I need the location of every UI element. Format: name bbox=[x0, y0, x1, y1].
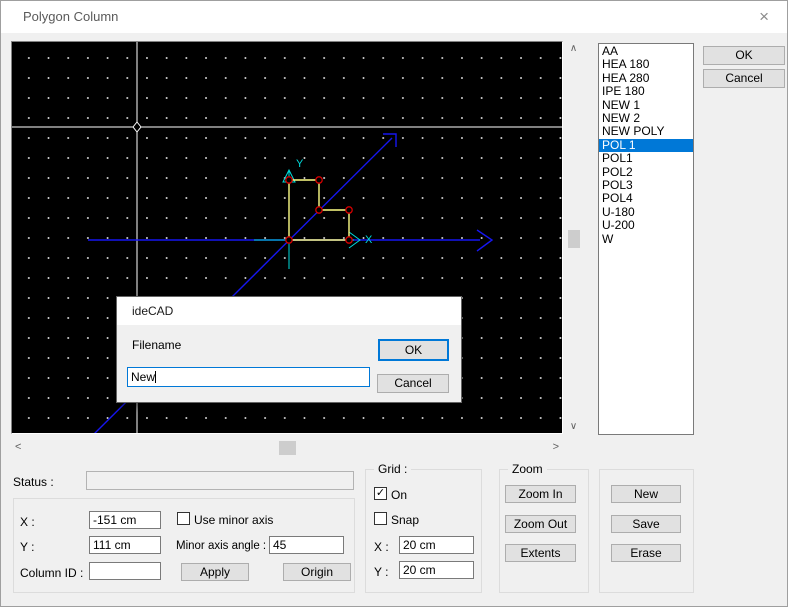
list-item[interactable]: U-200 bbox=[599, 219, 693, 232]
window-title: Polygon Column bbox=[23, 9, 118, 24]
list-item[interactable]: IPE 180 bbox=[599, 85, 693, 98]
modal-cancel-button[interactable]: Cancel bbox=[377, 374, 449, 393]
title-bar: Polygon Column × bbox=[1, 1, 787, 33]
ok-button[interactable]: OK bbox=[703, 46, 785, 65]
list-item[interactable]: NEW 1 bbox=[599, 99, 693, 112]
grid-snap-label: Snap bbox=[391, 513, 419, 527]
x-label: X : bbox=[20, 515, 35, 529]
polygon-vertex[interactable] bbox=[286, 177, 292, 183]
list-item[interactable]: HEA 280 bbox=[599, 72, 693, 85]
scroll-left-icon[interactable]: < bbox=[15, 441, 21, 453]
list-item[interactable]: W bbox=[599, 233, 693, 246]
zoom-out-button[interactable]: Zoom Out bbox=[505, 515, 576, 533]
zoom-in-button[interactable]: Zoom In bbox=[505, 485, 576, 503]
apply-button[interactable]: Apply bbox=[181, 563, 249, 581]
list-item[interactable]: POL3 bbox=[599, 179, 693, 192]
column-id-label: Column ID : bbox=[20, 566, 83, 580]
column-id-input[interactable] bbox=[89, 562, 161, 580]
extents-button[interactable]: Extents bbox=[505, 544, 576, 562]
scroll-up-icon[interactable]: ∧ bbox=[564, 43, 583, 54]
grid-y-input[interactable]: 20 cm bbox=[399, 561, 474, 579]
status-label: Status : bbox=[13, 475, 54, 489]
polygon-vertex[interactable] bbox=[316, 177, 322, 183]
modal-title-bar: ideCAD bbox=[117, 297, 461, 325]
global-origin-marker bbox=[133, 122, 141, 132]
check-icon: ✓ bbox=[376, 487, 385, 499]
vertical-scrollbar-thumb[interactable] bbox=[568, 230, 580, 248]
list-item[interactable]: NEW 2 bbox=[599, 112, 693, 125]
grid-group-label: Grid : bbox=[374, 462, 411, 476]
grid-on-checkbox[interactable]: ✓ bbox=[374, 487, 387, 500]
erase-button[interactable]: Erase bbox=[611, 544, 681, 562]
canvas-vertical-scrollbar[interactable]: ∧ ∨ bbox=[564, 41, 583, 434]
use-minor-axis-label: Use minor axis bbox=[194, 513, 273, 527]
polygon-column-dialog: Polygon Column × Y X ∧ bbox=[0, 0, 788, 607]
minor-axis-angle-label: Minor axis angle : bbox=[176, 540, 266, 552]
list-item[interactable]: AA bbox=[599, 45, 693, 58]
modal-title: ideCAD bbox=[132, 304, 173, 318]
section-list[interactable]: AAHEA 180HEA 280IPE 180NEW 1NEW 2NEW POL… bbox=[598, 43, 694, 435]
scroll-down-icon[interactable]: ∨ bbox=[564, 421, 583, 432]
origin-button[interactable]: Origin bbox=[283, 563, 351, 581]
list-item[interactable]: POL4 bbox=[599, 192, 693, 205]
minor-axis-angle-input[interactable]: 45 bbox=[269, 536, 344, 554]
horizontal-scrollbar-thumb[interactable] bbox=[279, 441, 296, 455]
local-y-axis-label: Y bbox=[296, 158, 304, 170]
polygon-vertex[interactable] bbox=[286, 237, 292, 243]
zoom-group-label: Zoom bbox=[508, 462, 547, 476]
scroll-right-icon[interactable]: > bbox=[553, 441, 559, 453]
grid-x-input[interactable]: 20 cm bbox=[399, 536, 474, 554]
y-label: Y : bbox=[20, 540, 34, 554]
text-caret bbox=[155, 371, 156, 383]
grid-snap-checkbox[interactable] bbox=[374, 512, 387, 525]
grid-y-label: Y : bbox=[374, 565, 388, 579]
use-minor-axis-checkbox[interactable] bbox=[177, 512, 190, 525]
grid-on-label: On bbox=[391, 488, 407, 502]
x-input[interactable]: -151 cm bbox=[89, 511, 161, 529]
cancel-button[interactable]: Cancel bbox=[703, 69, 785, 88]
filename-label: Filename bbox=[132, 338, 181, 352]
new-button[interactable]: New bbox=[611, 485, 681, 503]
polygon-vertex[interactable] bbox=[346, 237, 352, 243]
list-item[interactable]: HEA 180 bbox=[599, 58, 693, 71]
list-item[interactable]: POL2 bbox=[599, 166, 693, 179]
y-input[interactable]: 111 cm bbox=[89, 536, 161, 554]
polygon-vertex[interactable] bbox=[316, 207, 322, 213]
status-field bbox=[86, 471, 354, 490]
modal-ok-button[interactable]: OK bbox=[378, 339, 449, 361]
close-icon[interactable]: × bbox=[759, 7, 769, 27]
polygon-vertex[interactable] bbox=[346, 207, 352, 213]
canvas-horizontal-scrollbar[interactable]: < > bbox=[11, 439, 563, 457]
list-item[interactable]: NEW POLY bbox=[599, 125, 693, 138]
list-item[interactable]: POL 1 bbox=[599, 139, 693, 152]
filename-input[interactable]: New bbox=[127, 367, 370, 387]
save-button[interactable]: Save bbox=[611, 515, 681, 533]
filename-value: New bbox=[131, 370, 155, 384]
list-item[interactable]: U-180 bbox=[599, 206, 693, 219]
list-item[interactable]: POL1 bbox=[599, 152, 693, 165]
idecad-filename-modal: ideCAD Filename New OK Cancel bbox=[116, 296, 462, 403]
local-x-axis-label: X bbox=[365, 234, 373, 246]
grid-x-label: X : bbox=[374, 540, 389, 554]
